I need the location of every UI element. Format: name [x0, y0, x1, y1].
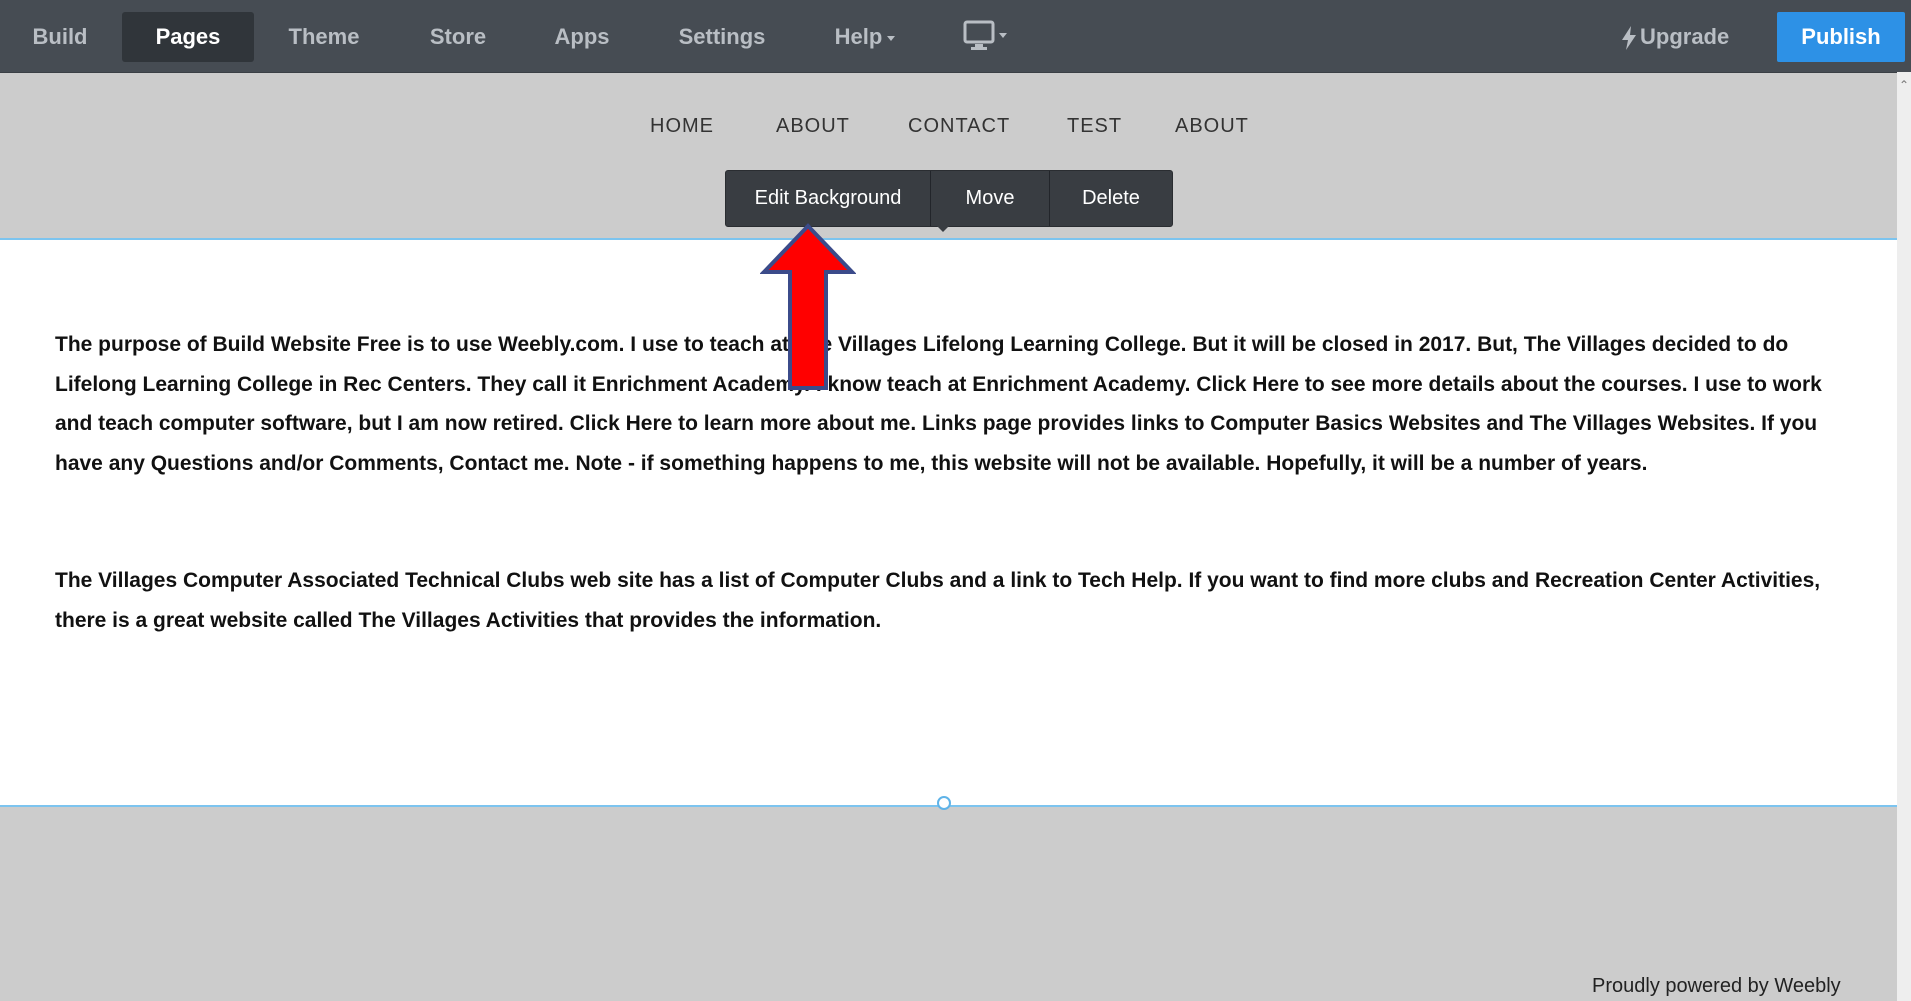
- tab-build[interactable]: Build: [0, 12, 120, 62]
- move-button[interactable]: Move: [931, 171, 1049, 226]
- tab-help[interactable]: Help: [810, 12, 920, 62]
- tab-store[interactable]: Store: [400, 12, 516, 62]
- clubs-paragraph[interactable]: The Villages Computer Associated Technic…: [55, 561, 1855, 640]
- scroll-up-arrow-icon[interactable]: ⌃: [1899, 78, 1909, 92]
- tab-help-label: Help: [834, 24, 883, 49]
- tab-theme[interactable]: Theme: [262, 12, 386, 62]
- upgrade-button[interactable]: Upgrade: [1620, 12, 1729, 62]
- red-arrow-annotation-icon: [760, 223, 856, 390]
- toolbar-pointer: [936, 225, 950, 232]
- section-context-toolbar: Edit Background Move Delete: [725, 170, 1173, 227]
- publish-button[interactable]: Publish: [1777, 12, 1905, 62]
- desktop-monitor-icon: [963, 20, 1007, 50]
- editor-toolbar: Build Pages Theme Store Apps Settings He…: [0, 0, 1911, 73]
- site-navigation: HOME ABOUT CONTACT TEST ABOUT: [0, 115, 1897, 145]
- lightning-bolt-icon: [1622, 26, 1636, 51]
- vertical-scrollbar[interactable]: ⌃: [1897, 72, 1911, 1001]
- upgrade-label: Upgrade: [1640, 24, 1730, 49]
- content-section[interactable]: The purpose of Build Website Free is to …: [0, 238, 1897, 807]
- tab-apps[interactable]: Apps: [528, 12, 636, 62]
- footer-credit[interactable]: Proudly powered by Weebly: [1592, 975, 1841, 998]
- chevron-down-icon: [887, 35, 896, 41]
- site-nav-test[interactable]: TEST: [1067, 115, 1122, 138]
- device-preview-toggle[interactable]: [963, 20, 1013, 54]
- site-nav-contact[interactable]: CONTACT: [908, 115, 1010, 138]
- delete-button[interactable]: Delete: [1050, 171, 1172, 226]
- site-nav-home[interactable]: HOME: [650, 115, 714, 138]
- site-nav-about[interactable]: ABOUT: [776, 115, 850, 138]
- tab-settings[interactable]: Settings: [654, 12, 790, 62]
- intro-paragraph[interactable]: The purpose of Build Website Free is to …: [55, 325, 1855, 483]
- site-nav-about-2[interactable]: ABOUT: [1175, 115, 1249, 138]
- tab-pages[interactable]: Pages: [122, 12, 254, 62]
- section-resize-handle[interactable]: [937, 796, 951, 810]
- edit-background-button[interactable]: Edit Background: [726, 171, 930, 226]
